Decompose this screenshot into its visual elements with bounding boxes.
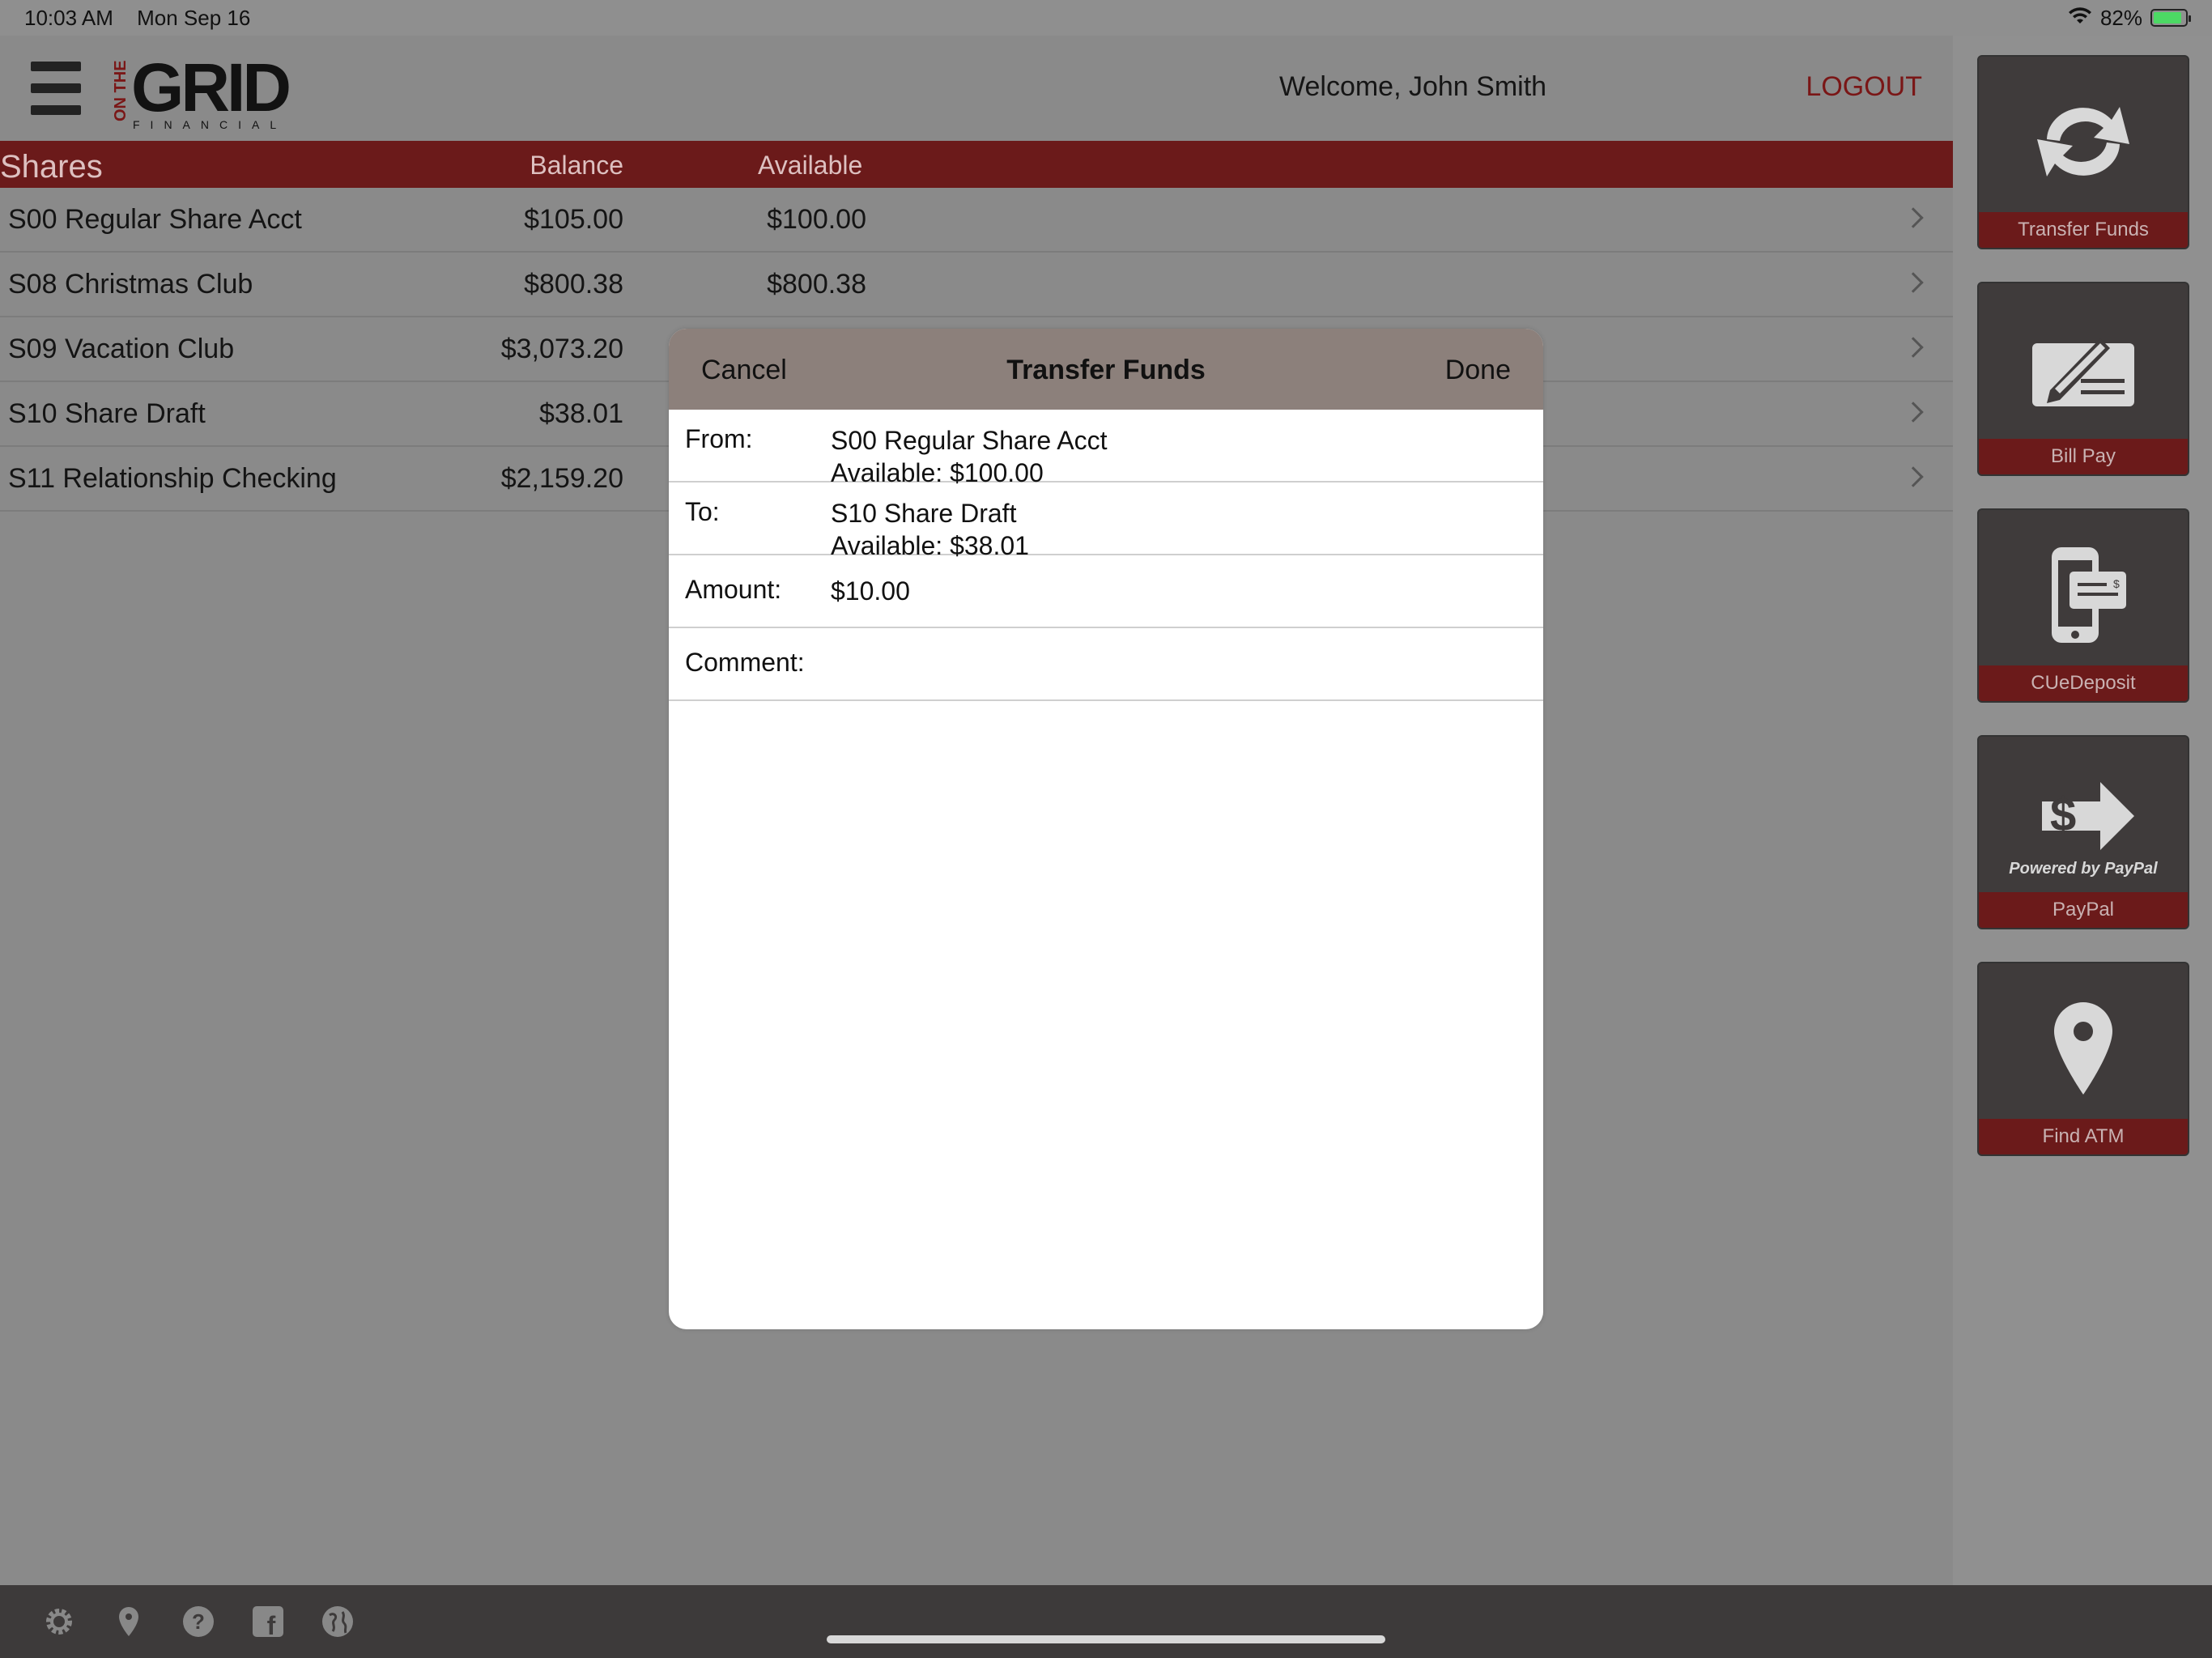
gear-icon[interactable]	[40, 1603, 78, 1640]
tile-paypal[interactable]: $ Powered by PayPal PayPal	[1977, 735, 2189, 929]
svg-text:f: f	[267, 1611, 276, 1639]
chevron-right-icon	[1903, 207, 1924, 228]
account-name: S10 Share Draft	[8, 398, 206, 429]
transfer-funds-dialog: Cancel Transfer Funds Done From: S00 Reg…	[669, 329, 1543, 1329]
account-available: $100.00	[767, 204, 866, 235]
status-date: Mon Sep 16	[137, 5, 251, 30]
tile-cuedeposit[interactable]: $ CUeDeposit	[1977, 508, 2189, 703]
comment-field[interactable]: Comment:	[669, 628, 1543, 701]
logo-subtitle: FINANCIAL	[133, 118, 287, 131]
menu-icon[interactable]	[31, 62, 81, 115]
from-field[interactable]: From: S00 Regular Share Acct Available: …	[669, 410, 1543, 487]
paypal-powered-text: Powered by PayPal	[2009, 860, 2158, 878]
account-balance: $105.00	[524, 204, 623, 235]
account-balance: $800.38	[524, 269, 623, 300]
amount-label: Amount:	[685, 575, 782, 604]
to-value: S10 Share Draft Available: $38.01	[831, 497, 1029, 562]
shares-title: Shares	[0, 149, 103, 185]
dialog-title: Transfer Funds	[1006, 355, 1206, 385]
to-account: S10 Share Draft	[831, 499, 1017, 528]
status-right: 82%	[2068, 5, 2191, 31]
wifi-icon	[2068, 6, 2092, 31]
battery-percent: 82%	[2099, 5, 2142, 30]
logo-vertical-text: ON THE	[112, 60, 130, 121]
svg-text:$: $	[2050, 789, 2076, 841]
tile-find-atm[interactable]: Find ATM	[1977, 962, 2189, 1156]
transfer-icon	[1979, 81, 2188, 202]
svg-text:?: ?	[192, 1609, 205, 1634]
app-header: ON THE GRID FINANCIAL Welcome, John Smit…	[0, 36, 1953, 141]
account-balance: $2,159.20	[500, 463, 623, 494]
welcome-text: Welcome, John Smith	[1279, 71, 1547, 102]
bottom-toolbar: ? f	[0, 1585, 2212, 1658]
mobile-deposit-icon: $	[1979, 534, 2188, 656]
facebook-icon[interactable]: f	[249, 1603, 287, 1640]
status-time: 10:03 AM	[24, 5, 113, 30]
check-pen-icon	[1979, 308, 2188, 429]
location-icon[interactable]	[110, 1603, 147, 1640]
tile-transfer-funds[interactable]: Transfer Funds	[1977, 55, 2189, 249]
account-name: S09 Vacation Club	[8, 334, 235, 364]
column-balance: Balance	[530, 151, 623, 180]
column-available: Available	[758, 151, 863, 180]
account-row[interactable]: S00 Regular Share Acct $105.00 $100.00	[0, 188, 1953, 253]
done-button[interactable]: Done	[1445, 355, 1511, 386]
to-field[interactable]: To: S10 Share Draft Available: $38.01	[669, 483, 1543, 560]
account-name: S11 Relationship Checking	[8, 463, 337, 494]
tile-label: Transfer Funds	[1979, 212, 2188, 248]
account-balance: $38.01	[539, 398, 623, 429]
from-value: S00 Regular Share Acct Available: $100.0…	[831, 424, 1108, 489]
chevron-right-icon	[1903, 337, 1924, 358]
svg-text:$: $	[2113, 577, 2120, 590]
from-account: S00 Regular Share Acct	[831, 426, 1108, 455]
logo-word: GRID	[131, 49, 291, 125]
amount-input[interactable]: $10.00	[831, 575, 910, 607]
chevron-right-icon	[1903, 272, 1924, 293]
chevron-right-icon	[1903, 466, 1924, 487]
quick-actions-panel: Transfer Funds Bill Pay $ CUeDeposit $ P…	[1953, 0, 2212, 1587]
shares-header: Shares Balance Available	[0, 141, 1953, 188]
logo: ON THE GRID FINANCIAL	[112, 49, 298, 131]
from-label: From:	[685, 424, 753, 453]
status-bar: 10:03 AM Mon Sep 16 82%	[0, 0, 2212, 36]
logout-button[interactable]: LOGOUT	[1806, 71, 1922, 103]
to-label: To:	[685, 497, 720, 526]
amount-field[interactable]: Amount: $10.00	[669, 555, 1543, 628]
home-indicator[interactable]	[827, 1635, 1385, 1643]
battery-icon	[2150, 9, 2191, 27]
account-row[interactable]: S08 Christmas Club $800.38 $800.38	[0, 253, 1953, 317]
help-icon[interactable]: ?	[180, 1603, 217, 1640]
account-name: S00 Regular Share Acct	[8, 204, 302, 235]
account-name: S08 Christmas Club	[8, 269, 253, 300]
tile-label: CUeDeposit	[1979, 665, 2188, 701]
status-left: 10:03 AM Mon Sep 16	[24, 6, 268, 31]
tile-label: PayPal	[1979, 892, 2188, 928]
dialog-nav-bar: Cancel Transfer Funds Done	[669, 329, 1543, 410]
globe-icon[interactable]	[319, 1603, 356, 1640]
tile-label: Find ATM	[1979, 1119, 2188, 1154]
tile-bill-pay[interactable]: Bill Pay	[1977, 282, 2189, 476]
chevron-right-icon	[1903, 402, 1924, 423]
comment-label: Comment:	[685, 648, 805, 677]
map-pin-icon	[1979, 988, 2188, 1109]
tile-label: Bill Pay	[1979, 439, 2188, 474]
account-available: $800.38	[767, 269, 866, 300]
account-balance: $3,073.20	[500, 334, 623, 364]
